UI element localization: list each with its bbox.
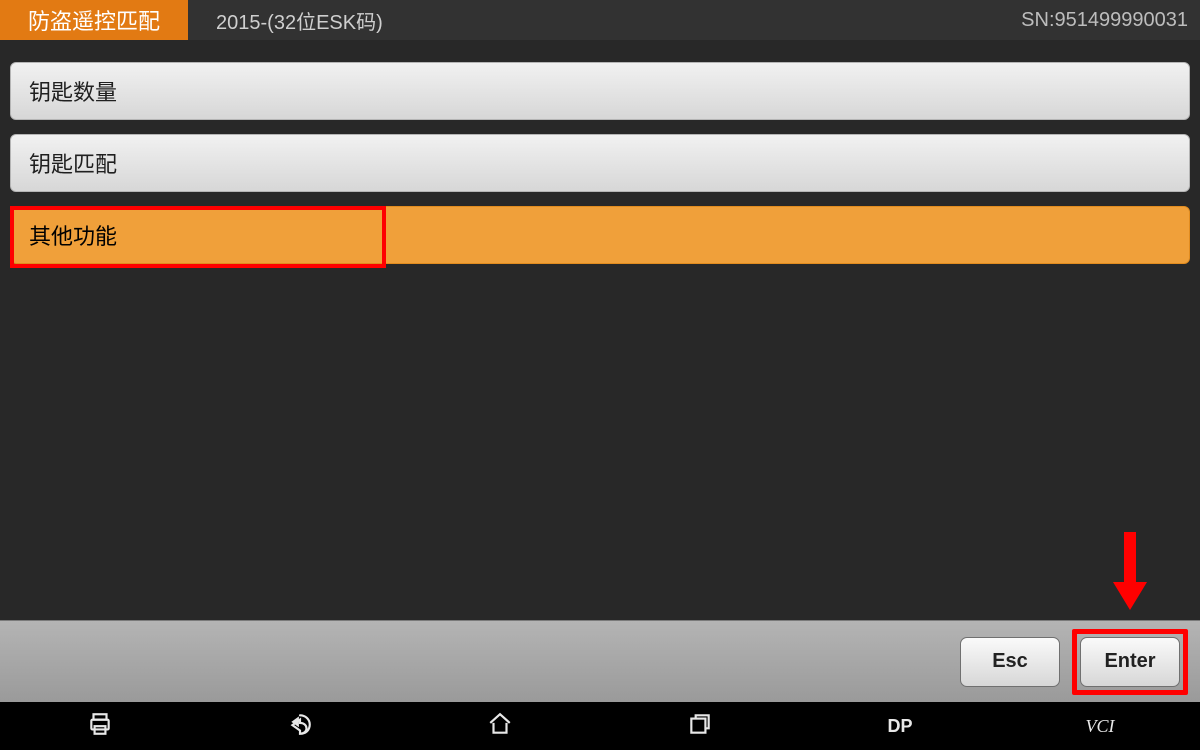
nav-home[interactable] <box>400 702 600 750</box>
enter-button[interactable]: Enter <box>1080 637 1180 687</box>
nav-recent[interactable] <box>600 702 800 750</box>
recent-apps-icon <box>687 711 713 742</box>
screen: 防盗遥控匹配 2015-(32位ESK码) SN:951499990031 钥匙… <box>0 0 1200 750</box>
back-icon <box>287 711 313 742</box>
nav-print[interactable] <box>0 702 200 750</box>
menu-item-label: 其他功能 <box>29 219 117 251</box>
nav-bar: DP VCI <box>0 702 1200 750</box>
enter-button-wrap: Enter <box>1080 637 1180 687</box>
nav-vci[interactable]: VCI <box>1000 702 1200 750</box>
main-area: 钥匙数量 钥匙匹配 其他功能 <box>0 40 1200 620</box>
annotation-arrow <box>1116 532 1144 612</box>
topbar-tab-label: 防盗遥控匹配 <box>28 4 160 36</box>
top-bar: 防盗遥控匹配 2015-(32位ESK码) SN:951499990031 <box>0 0 1200 40</box>
esc-button[interactable]: Esc <box>960 637 1060 687</box>
printer-icon <box>87 711 113 742</box>
nav-dp-label: DP <box>887 716 912 737</box>
menu-item-key-match[interactable]: 钥匙匹配 <box>10 134 1190 192</box>
nav-back[interactable] <box>200 702 400 750</box>
menu-item-other-functions[interactable]: 其他功能 <box>10 206 1190 264</box>
enter-button-label: Enter <box>1104 650 1155 673</box>
button-bar: Esc Enter <box>0 620 1200 702</box>
nav-vci-label: VCI <box>1086 716 1115 737</box>
topbar-title: 2015-(32位ESK码) <box>188 6 1021 35</box>
menu-item-key-count[interactable]: 钥匙数量 <box>10 62 1190 120</box>
esc-button-label: Esc <box>992 650 1028 673</box>
topbar-tab[interactable]: 防盗遥控匹配 <box>0 0 188 40</box>
home-icon <box>487 711 513 742</box>
serial-number: SN:951499990031 <box>1021 9 1200 32</box>
nav-dp[interactable]: DP <box>800 702 1000 750</box>
menu-item-label: 钥匙匹配 <box>29 147 117 179</box>
menu-item-label: 钥匙数量 <box>29 75 117 107</box>
